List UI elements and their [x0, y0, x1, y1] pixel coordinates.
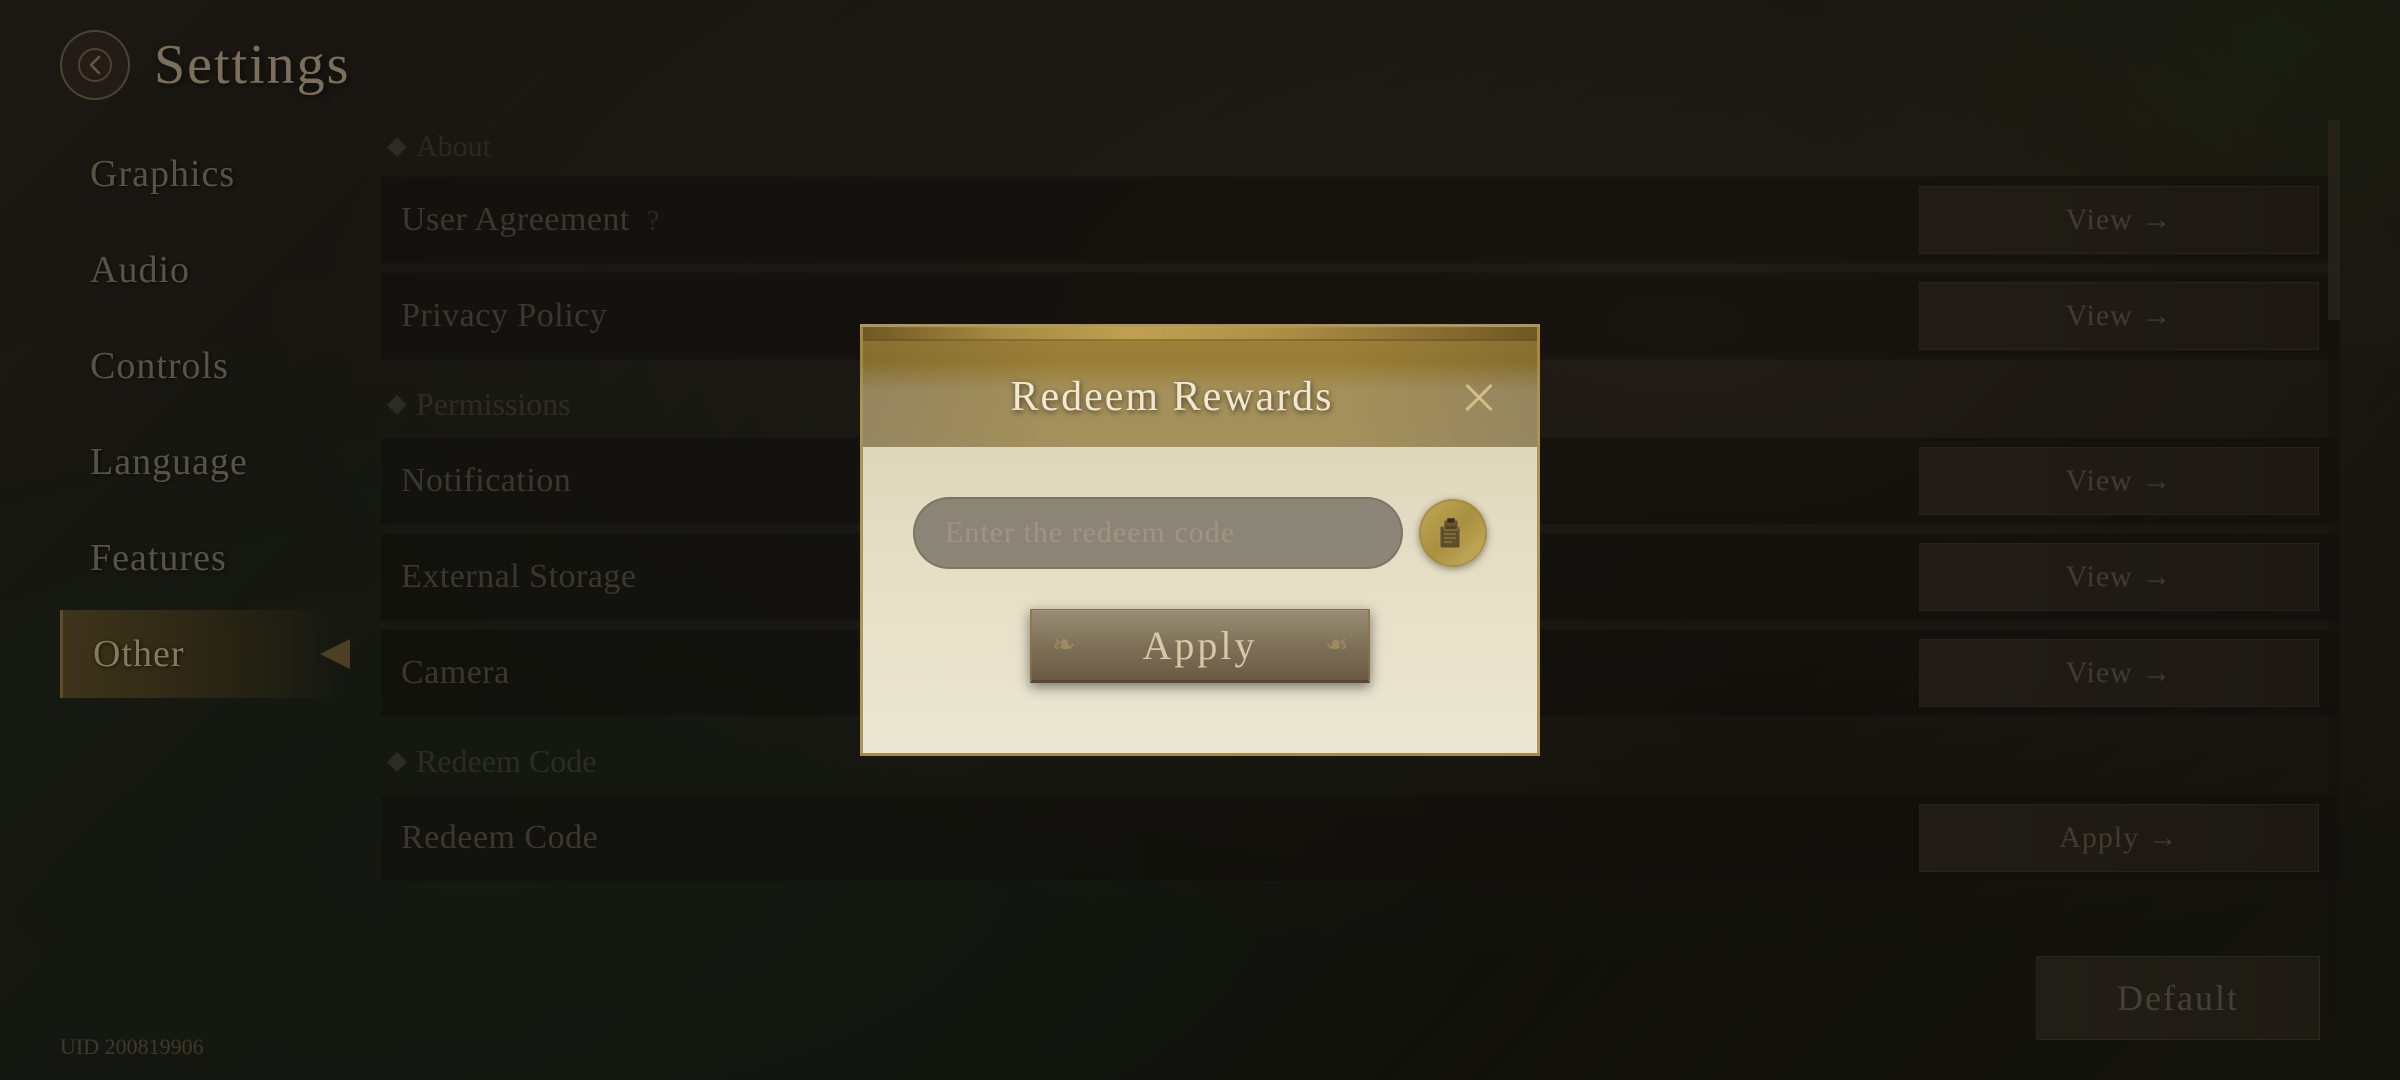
modal-body: Apply — [863, 447, 1537, 713]
redeem-rewards-modal: Redeem Rewards Apply — [860, 324, 1540, 756]
modal-title: Redeem Rewards — [893, 373, 1451, 421]
paste-button[interactable] — [1419, 499, 1487, 567]
modal-header: Redeem Rewards — [863, 341, 1537, 447]
modal-apply-button[interactable]: Apply — [1030, 609, 1370, 683]
redeem-code-input[interactable] — [913, 497, 1403, 569]
redeem-input-row — [913, 497, 1487, 569]
modal-close-button[interactable] — [1451, 369, 1507, 425]
paste-icon — [1436, 516, 1470, 550]
modal-overlay: Redeem Rewards Apply — [0, 0, 2400, 1080]
modal-top-edge — [863, 327, 1537, 341]
